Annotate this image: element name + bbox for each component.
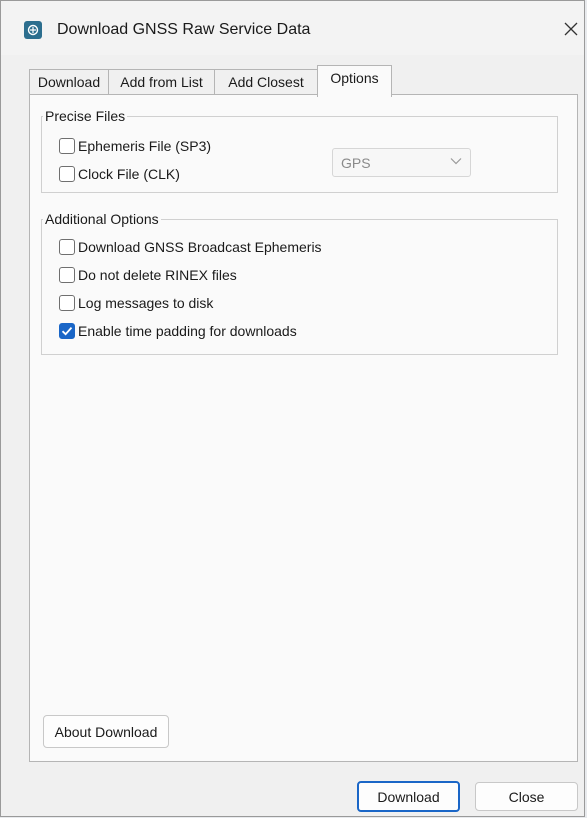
ephemeris-file-label: Ephemeris File (SP3) — [78, 138, 212, 154]
close-button[interactable]: Close — [475, 782, 578, 811]
close-icon[interactable] — [559, 15, 583, 43]
log-messages-label: Log messages to disk — [78, 295, 214, 311]
checkbox-box[interactable] — [59, 166, 75, 182]
title-bar[interactable]: Download GNSS Raw Service Data — [1, 1, 584, 55]
checkmark-icon — [61, 327, 73, 336]
ephemeris-file-checkbox[interactable]: Ephemeris File (SP3) — [59, 138, 211, 154]
time-padding-label: Enable time padding for downloads — [78, 323, 297, 339]
additional-options-group: Additional Options Download GNSS Broadca… — [41, 211, 558, 355]
constellation-select[interactable]: GPS — [332, 148, 471, 177]
clock-file-checkbox[interactable]: Clock File (CLK) — [59, 166, 180, 182]
broadcast-ephemeris-checkbox[interactable]: Download GNSS Broadcast Ephemeris — [59, 239, 322, 255]
about-download-button[interactable]: About Download — [43, 715, 169, 748]
tab-download[interactable]: Download — [29, 69, 109, 96]
options-panel: Precise Files Ephemeris File (SP3) Clock… — [29, 94, 578, 762]
checkbox-box[interactable] — [59, 295, 75, 311]
tab-label: Options — [330, 70, 379, 86]
checkbox-box[interactable] — [59, 239, 75, 255]
additional-options-legend: Additional Options — [43, 211, 161, 227]
tab-label: Download — [37, 74, 101, 90]
about-download-label: About Download — [54, 723, 158, 740]
download-button[interactable]: Download — [357, 781, 460, 812]
chevron-down-icon — [450, 158, 462, 165]
tab-label: Add Closest — [228, 74, 304, 90]
precise-files-legend: Precise Files — [43, 108, 128, 124]
window-title: Download GNSS Raw Service Data — [57, 21, 311, 38]
close-button-label: Close — [508, 788, 545, 805]
keep-rinex-label: Do not delete RINEX files — [78, 267, 237, 283]
constellation-value: GPS — [341, 154, 371, 171]
time-padding-checkbox[interactable]: Enable time padding for downloads — [59, 323, 297, 339]
tab-add-from-list[interactable]: Add from List — [108, 69, 215, 96]
tab-add-closest[interactable]: Add Closest — [214, 69, 318, 96]
broadcast-ephemeris-label: Download GNSS Broadcast Ephemeris — [78, 239, 322, 255]
dialog-window: Download GNSS Raw Service Data Download … — [0, 0, 585, 817]
checkbox-box[interactable] — [59, 138, 75, 154]
checkbox-box-checked[interactable] — [59, 323, 75, 339]
tab-options[interactable]: Options — [317, 65, 392, 97]
log-messages-checkbox[interactable]: Log messages to disk — [59, 295, 213, 311]
download-button-label: Download — [377, 788, 440, 805]
precise-files-group: Precise Files Ephemeris File (SP3) Clock… — [41, 108, 558, 193]
tab-label: Add from List — [120, 74, 203, 90]
checkbox-box[interactable] — [59, 267, 75, 283]
gnss-app-icon — [24, 21, 42, 39]
clock-file-label: Clock File (CLK) — [78, 166, 180, 182]
keep-rinex-checkbox[interactable]: Do not delete RINEX files — [59, 267, 237, 283]
